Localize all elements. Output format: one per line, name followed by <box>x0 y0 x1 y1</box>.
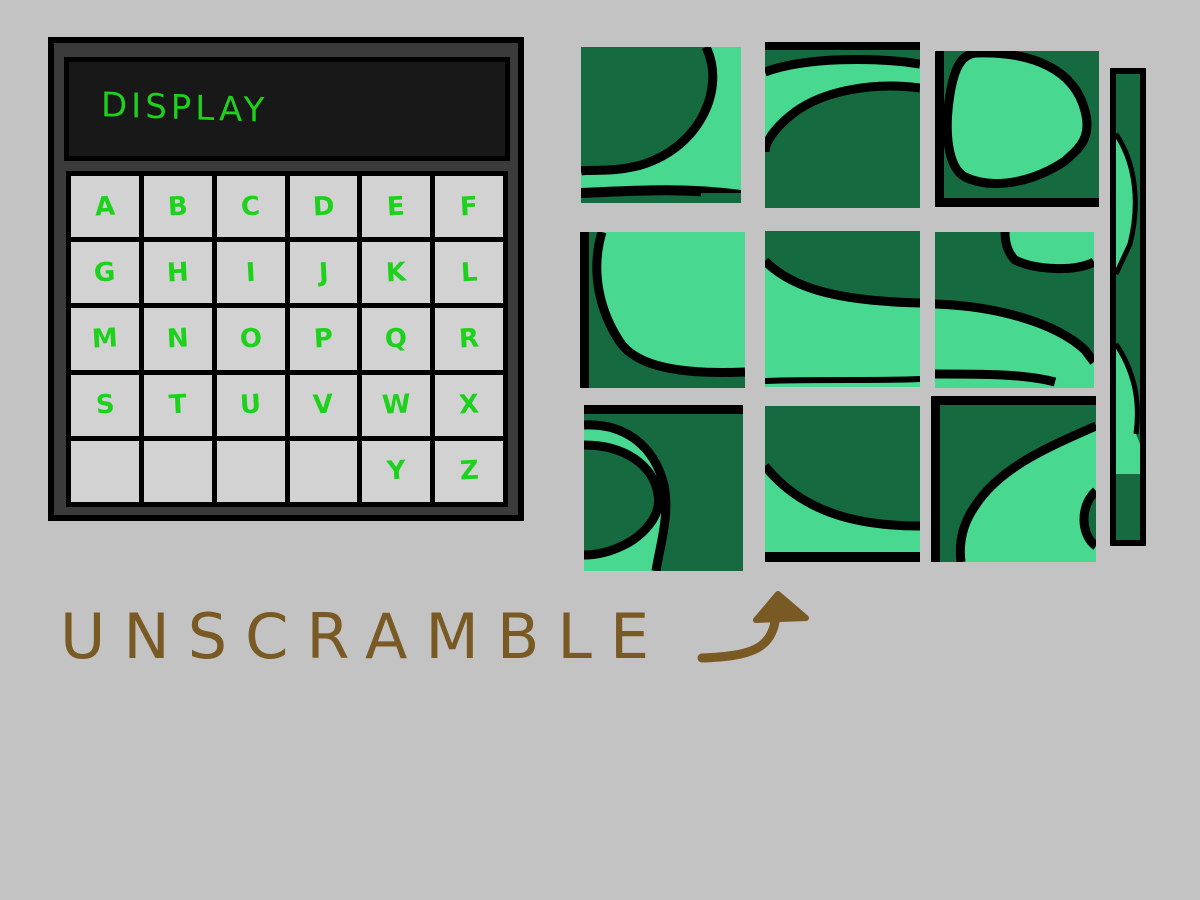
display-text: DISPLAY <box>101 85 269 131</box>
puzzle-tile-3[interactable] <box>935 51 1099 207</box>
key-a[interactable]: A <box>71 176 139 238</box>
key-b[interactable]: B <box>143 176 212 238</box>
puzzle-tile-4[interactable] <box>580 232 745 388</box>
key-f[interactable]: F <box>435 176 503 238</box>
key-e[interactable]: E <box>362 176 431 238</box>
puzzle-tile-6[interactable] <box>935 232 1094 388</box>
key-z[interactable]: Z <box>435 440 503 502</box>
keypad-device: DISPLAY A B C D E F G H I J K L M N O P … <box>48 37 524 521</box>
key-n[interactable]: N <box>143 308 212 370</box>
key-u[interactable]: U <box>216 374 285 436</box>
letter-keypad: A B C D E F G H I J K L M N O P Q R S T … <box>66 171 508 507</box>
key-p[interactable]: P <box>289 308 358 370</box>
key-s[interactable]: S <box>71 374 139 436</box>
key-i[interactable]: I <box>216 242 285 304</box>
key-blank-1[interactable] <box>71 440 139 502</box>
key-v[interactable]: V <box>289 374 358 436</box>
key-y[interactable]: Y <box>362 440 431 502</box>
key-c[interactable]: C <box>216 176 285 238</box>
key-w[interactable]: W <box>362 374 431 436</box>
key-d[interactable]: D <box>289 176 358 238</box>
puzzle-tile-strip[interactable] <box>1110 68 1146 546</box>
puzzle-tile-8[interactable] <box>765 406 920 562</box>
key-l[interactable]: L <box>435 242 503 304</box>
puzzle-tile-9[interactable] <box>931 396 1096 562</box>
key-blank-3[interactable] <box>216 440 285 502</box>
key-r[interactable]: R <box>435 308 503 370</box>
display-screen: DISPLAY <box>64 57 510 161</box>
key-m[interactable]: M <box>71 308 139 370</box>
key-h[interactable]: H <box>143 242 212 304</box>
key-k[interactable]: K <box>362 242 431 304</box>
key-g[interactable]: G <box>71 242 139 304</box>
curved-arrow-up-icon <box>697 591 809 663</box>
unscramble-hint: UNSCRAMBLE <box>60 591 809 673</box>
puzzle-tile-2[interactable] <box>765 42 920 208</box>
key-o[interactable]: O <box>216 308 285 370</box>
puzzle-tile-7[interactable] <box>584 405 743 571</box>
puzzle-tile-5[interactable] <box>765 231 920 387</box>
key-blank-4[interactable] <box>289 440 358 502</box>
hint-text: UNSCRAMBLE <box>60 600 667 673</box>
key-blank-2[interactable] <box>143 440 212 502</box>
key-t[interactable]: T <box>143 374 212 436</box>
key-x[interactable]: X <box>435 374 503 436</box>
puzzle-tile-1[interactable] <box>581 47 741 203</box>
key-q[interactable]: Q <box>362 308 431 370</box>
key-j[interactable]: J <box>289 242 358 304</box>
